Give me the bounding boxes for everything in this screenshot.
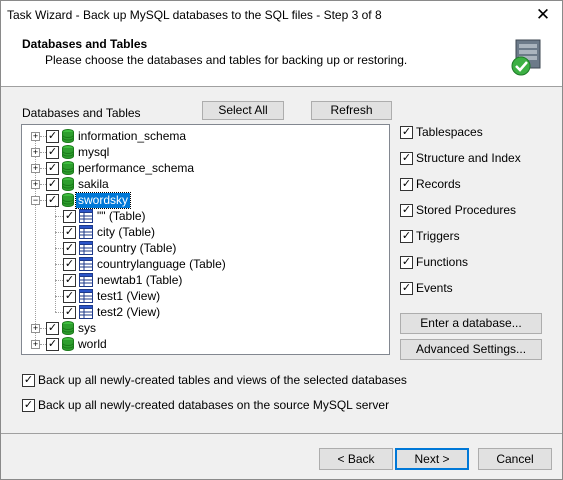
tree-node-table: ✓ test1 (View) <box>22 288 382 304</box>
advanced-settings-button[interactable]: Advanced Settings... <box>400 339 542 360</box>
database-checkbox[interactable]: ✓ <box>46 146 59 159</box>
tree-connector <box>55 232 63 233</box>
database-checkbox[interactable]: ✓ <box>46 322 59 335</box>
table-checkbox[interactable]: ✓ <box>63 306 76 319</box>
table-name[interactable]: city (Table) <box>95 225 157 240</box>
table-name[interactable]: newtab1 (Table) <box>95 273 184 288</box>
expand-toggle-icon[interactable]: + <box>31 324 40 333</box>
table-checkbox[interactable]: ✓ <box>63 242 76 255</box>
table-name[interactable]: test1 (View) <box>95 289 162 304</box>
cancel-button[interactable]: Cancel <box>478 448 552 470</box>
table-name[interactable]: countrylanguage (Table) <box>95 257 228 272</box>
tree-label: Databases and Tables <box>22 106 141 120</box>
close-icon[interactable]: ✕ <box>526 1 560 29</box>
bottom-option-label: Back up all newly-created tables and vie… <box>38 373 407 387</box>
bottom-option-checkbox[interactable]: ✓ <box>22 399 35 412</box>
database-name[interactable]: swordsky <box>74 192 132 209</box>
banner-subtitle: Please choose the databases and tables f… <box>45 53 408 67</box>
option-checkbox[interactable]: ✓ <box>400 282 413 295</box>
tree-node-database: + ✓ sakila <box>22 176 382 192</box>
tree-connector <box>55 264 63 265</box>
database-tree[interactable]: + ✓ information_schema + ✓ mysql + ✓ performance… <box>21 124 390 355</box>
tree-node-database: − ✓ swordsky <box>22 192 382 209</box>
option-label: Tablespaces <box>416 125 483 139</box>
table-checkbox[interactable]: ✓ <box>63 290 76 303</box>
option-label: Structure and Index <box>416 151 521 165</box>
expand-toggle-icon[interactable]: + <box>31 180 40 189</box>
database-name[interactable]: information_schema <box>76 129 188 144</box>
table-name[interactable]: "" (Table) <box>95 209 148 224</box>
option-label: Stored Procedures <box>416 203 517 217</box>
database-checkbox[interactable]: ✓ <box>46 130 59 143</box>
table-name[interactable]: country (Table) <box>95 241 178 256</box>
database-checkbox[interactable]: ✓ <box>46 178 59 191</box>
bottom-option-label: Back up all newly-created databases on t… <box>38 398 390 412</box>
tree-connector <box>55 216 63 217</box>
expand-toggle-icon[interactable]: + <box>31 132 40 141</box>
table-checkbox[interactable]: ✓ <box>63 226 76 239</box>
task-wizard-window: Task Wizard - Back up MySQL databases to… <box>0 0 563 480</box>
option-checkbox[interactable]: ✓ <box>400 152 413 165</box>
database-name[interactable]: sys <box>76 321 98 336</box>
enter-database-button[interactable]: Enter a database... <box>400 313 542 334</box>
tree-node-table: ✓ country (Table) <box>22 240 382 256</box>
tree-connector <box>55 296 63 297</box>
window-title: Task Wizard - Back up MySQL databases to… <box>7 8 382 22</box>
select-all-button[interactable]: Select All <box>202 101 284 120</box>
option-label: Events <box>416 281 453 295</box>
tree-node-database: + ✓ performance_schema <box>22 160 382 176</box>
expand-toggle-icon[interactable]: + <box>31 340 40 349</box>
table-checkbox[interactable]: ✓ <box>63 210 76 223</box>
option-checkbox[interactable]: ✓ <box>400 178 413 191</box>
database-icon <box>62 337 74 354</box>
tree-node-table: ✓ "" (Table) <box>22 208 382 224</box>
option-label: Triggers <box>416 229 460 243</box>
expand-toggle-icon[interactable]: − <box>31 196 40 205</box>
database-checkbox[interactable]: ✓ <box>46 162 59 175</box>
wizard-banner: Databases and Tables Please choose the d… <box>1 29 562 87</box>
database-checkbox[interactable]: ✓ <box>46 194 59 207</box>
expand-toggle-icon[interactable]: + <box>31 148 40 157</box>
banner-title: Databases and Tables <box>22 37 148 51</box>
back-button[interactable]: < Back <box>319 448 393 470</box>
option-checkbox[interactable]: ✓ <box>400 230 413 243</box>
bottom-option-checkbox[interactable]: ✓ <box>22 374 35 387</box>
next-button[interactable]: Next > <box>395 448 469 470</box>
tree-node-table: ✓ newtab1 (Table) <box>22 272 382 288</box>
option-checkbox[interactable]: ✓ <box>400 126 413 139</box>
footer-divider <box>1 433 562 434</box>
tree-node-database: + ✓ world <box>22 336 382 352</box>
database-name[interactable]: mysql <box>76 145 111 160</box>
tree-node-table: ✓ test2 (View) <box>22 304 382 320</box>
table-checkbox[interactable]: ✓ <box>63 258 76 271</box>
tree-connector <box>55 280 63 281</box>
tree-connector <box>55 248 63 249</box>
option-checkbox[interactable]: ✓ <box>400 256 413 269</box>
tree-node-database: + ✓ mysql <box>22 144 382 160</box>
database-check-icon <box>511 39 541 76</box>
tree-node-table: ✓ countrylanguage (Table) <box>22 256 382 272</box>
database-name[interactable]: performance_schema <box>76 161 196 176</box>
table-name[interactable]: test2 (View) <box>95 305 162 320</box>
expand-toggle-icon[interactable]: + <box>31 164 40 173</box>
option-label: Records <box>416 177 461 191</box>
tree-node-database: + ✓ sys <box>22 320 382 336</box>
tree-connector <box>55 312 63 313</box>
tree-node-database: + ✓ information_schema <box>22 128 382 144</box>
title-bar: Task Wizard - Back up MySQL databases to… <box>1 1 562 29</box>
tree-node-table: ✓ city (Table) <box>22 224 382 240</box>
refresh-button[interactable]: Refresh <box>311 101 392 120</box>
tree-connector <box>55 205 56 312</box>
table-checkbox[interactable]: ✓ <box>63 274 76 287</box>
database-name[interactable]: world <box>76 337 109 352</box>
option-checkbox[interactable]: ✓ <box>400 204 413 217</box>
database-name[interactable]: sakila <box>76 177 111 192</box>
database-checkbox[interactable]: ✓ <box>46 338 59 351</box>
option-label: Functions <box>416 255 469 269</box>
